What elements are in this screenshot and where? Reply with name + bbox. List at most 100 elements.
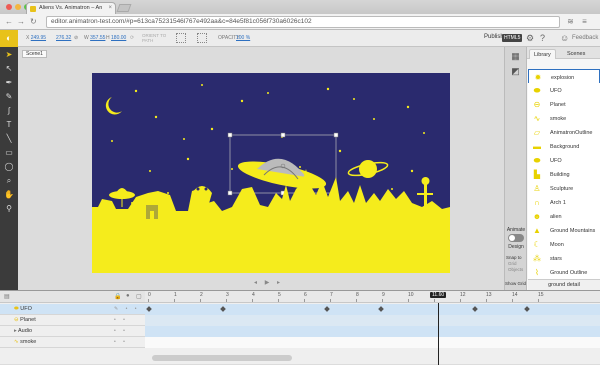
ground-base <box>92 219 450 273</box>
close-tab-icon[interactable]: × <box>108 5 112 11</box>
animate-design-toggle[interactable] <box>508 234 524 242</box>
layer-track[interactable] <box>145 304 600 315</box>
tick-label: 14 <box>512 292 518 302</box>
library-footer-item[interactable]: ground detail <box>528 279 600 290</box>
align-grid-icon[interactable] <box>176 33 186 43</box>
show-grid-toggle[interactable]: Show Grid <box>505 281 526 286</box>
y-field[interactable]: 276.32 <box>56 35 71 41</box>
tick-label: 6 <box>304 292 307 302</box>
minimize-window-button[interactable] <box>15 4 21 10</box>
stage-canvas[interactable] <box>92 73 450 273</box>
line-tool-icon[interactable]: ╲ <box>4 134 14 144</box>
orient-to-path-toggle[interactable]: ORIENT TO PATH <box>142 33 172 43</box>
properties-icon[interactable]: ◩ <box>509 65 522 77</box>
tick-label: 10 <box>408 292 414 302</box>
text-tool-icon[interactable]: T <box>4 120 14 130</box>
reload-icon[interactable]: ↻ <box>30 17 37 27</box>
keyframe[interactable] <box>472 306 478 312</box>
layer-toggles[interactable]: • • <box>114 337 128 348</box>
ufo-thumb-icon: ⬬ <box>531 86 543 96</box>
app-toolbar: ◐ X 249.95 276.32 ⊘ W 357.55 H 180.00 ⟳ … <box>0 30 600 47</box>
extensions-icon[interactable]: ≋ <box>566 17 575 26</box>
eyedropper-tool-icon[interactable]: ⚲ <box>4 204 14 214</box>
feedback-icon[interactable]: ☺ <box>560 33 569 43</box>
step-back-icon[interactable]: ◂ <box>254 280 260 286</box>
back-icon[interactable]: ← <box>5 17 13 27</box>
browser-tab-strip: Aliens Vs. Animatron – An × <box>0 0 600 14</box>
keyframe[interactable] <box>324 306 330 312</box>
distribute-grid-icon[interactable] <box>197 33 207 43</box>
ground-outline-thumb-icon: ⌇ <box>531 268 543 278</box>
playback-controls[interactable]: ◂ ▶ ▸ <box>254 279 283 286</box>
brush-tool-icon[interactable]: ∫ <box>4 106 14 116</box>
planet <box>347 160 389 178</box>
layer-track[interactable] <box>145 315 600 326</box>
address-bar[interactable]: editor.animatron-test.com/#p=613ca752315… <box>46 16 560 28</box>
animatron-logo-icon[interactable]: ◐ <box>0 30 18 47</box>
resources-icon[interactable]: ▦ <box>509 50 522 62</box>
keyframe[interactable] <box>378 306 384 312</box>
pencil-tool-icon[interactable]: ✎ <box>4 92 14 102</box>
library-tabs: Library Scenes <box>527 47 600 59</box>
snap-grid-option[interactable]: Grid <box>508 261 517 266</box>
tab-scenes[interactable]: Scenes <box>563 49 589 59</box>
keyframe[interactable] <box>524 306 530 312</box>
playhead-time[interactable]: 11.60 <box>430 292 447 298</box>
lock-icon[interactable]: 🔒 <box>114 293 121 300</box>
question-icon[interactable]: ? <box>540 33 545 43</box>
scene-label[interactable]: Scene1 <box>22 50 47 58</box>
opacity-value[interactable]: 100 % <box>236 35 250 41</box>
settings-icon[interactable]: ⚙ <box>526 33 534 44</box>
hand-tool-icon[interactable]: ✋ <box>4 190 14 200</box>
browser-tab[interactable]: Aliens Vs. Animatron – An × <box>26 2 116 14</box>
w-field[interactable]: W 357.55 <box>84 35 105 41</box>
link-icon[interactable]: ⊘ <box>74 35 78 41</box>
x-field[interactable]: X 249.95 <box>26 35 46 41</box>
timeline-panel: ▤ 🔒 ● ▢ 0 1 2 3 4 5 6 7 8 9 10 11 12 13 … <box>0 290 600 365</box>
visibility-icon[interactable]: ● <box>126 293 130 299</box>
zoom-tool-icon[interactable]: ⌕ <box>4 176 14 186</box>
timeline-layer-row[interactable]: ⬬ UFO ✎ • • <box>0 304 600 315</box>
close-window-button[interactable] <box>6 4 12 10</box>
html5-badge[interactable]: HTML5 <box>502 34 523 42</box>
tab-library[interactable]: Library <box>529 49 556 59</box>
step-forward-icon[interactable]: ▸ <box>277 280 283 286</box>
timeline-layer-row[interactable]: ⊖ Planet • • <box>0 315 600 326</box>
app-window: Aliens Vs. Animatron – An × ← → ↻ editor… <box>0 0 600 365</box>
publish-button[interactable]: Publish <box>484 34 504 40</box>
keyframe[interactable] <box>220 306 226 312</box>
feedback-link[interactable]: Feedback <box>572 35 598 41</box>
forward-icon[interactable]: → <box>17 17 25 27</box>
layer-toggles[interactable]: • • <box>114 326 128 337</box>
outline-icon[interactable]: ▢ <box>136 293 142 300</box>
tick-label: 7 <box>330 292 333 302</box>
moon <box>105 97 122 115</box>
rectangle-tool-icon[interactable]: ▭ <box>4 148 14 158</box>
layers-icon[interactable]: ▤ <box>4 293 10 300</box>
layer-toggles[interactable]: • • <box>114 315 128 326</box>
select-tool-icon[interactable]: ➤ <box>4 50 14 60</box>
timeline-layer-row[interactable]: ▸ Audio • • <box>0 326 600 337</box>
stars <box>111 84 425 204</box>
timeline-ruler[interactable]: 0 1 2 3 4 5 6 7 8 9 10 11 12 13 14 15 11… <box>145 291 600 303</box>
timeline-layer-row[interactable]: ∿ smoke • • <box>0 337 600 348</box>
alien-thumb-icon: ☻ <box>531 212 543 222</box>
rotate-icon[interactable]: ⟳ <box>130 35 134 41</box>
snap-objects-option[interactable]: Objects <box>508 267 523 272</box>
play-icon[interactable]: ▶ <box>265 280 273 286</box>
new-tab-button[interactable] <box>116 4 132 12</box>
pen-tool-icon[interactable]: ✒ <box>4 78 14 88</box>
layer-track[interactable] <box>145 337 600 348</box>
direct-select-tool-icon[interactable]: ↖ <box>4 64 14 74</box>
playhead-line[interactable] <box>438 303 439 365</box>
menu-icon[interactable]: ≡ <box>580 17 589 26</box>
layer-toggles[interactable]: ✎ • • <box>114 304 139 315</box>
stage-area: Scene1 ◂ ▶ ▸ <box>18 47 504 290</box>
ellipse-tool-icon[interactable]: ◯ <box>4 162 14 172</box>
h-field[interactable]: H 180.00 <box>106 35 126 41</box>
keyframe[interactable] <box>146 306 152 312</box>
tick-label: 8 <box>356 292 359 302</box>
layer-track[interactable] <box>145 326 600 337</box>
design-label: Design <box>508 244 524 250</box>
timeline-scrollbar[interactable] <box>152 355 292 361</box>
